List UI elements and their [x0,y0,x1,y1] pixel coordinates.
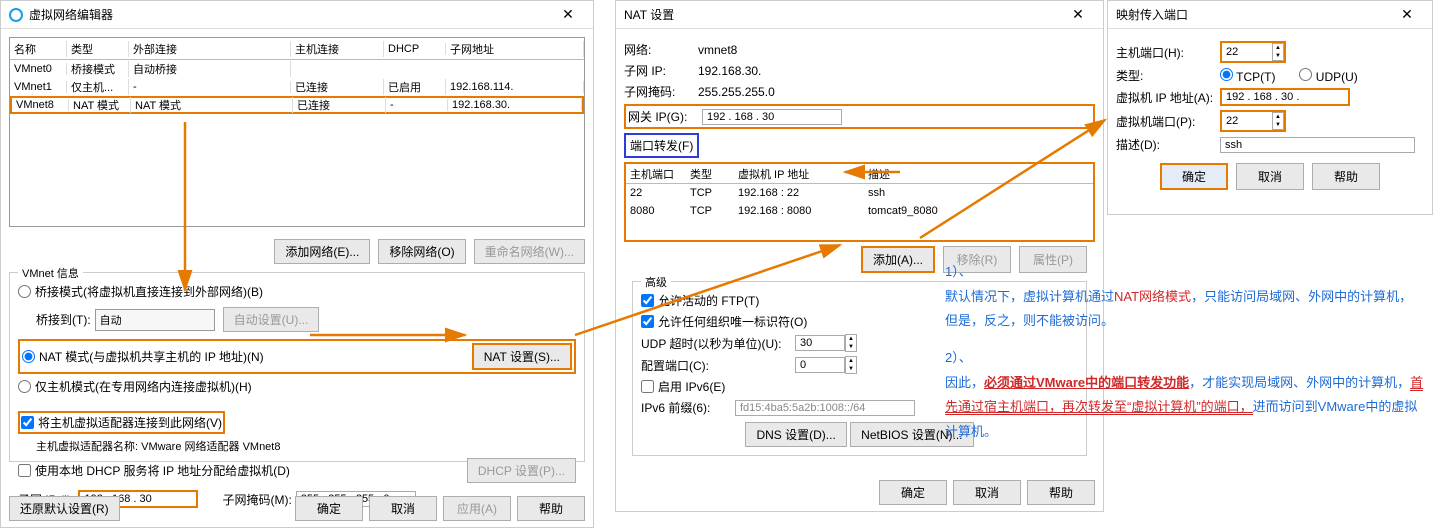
restore-defaults-button[interactable]: 还原默认设置(R) [9,496,120,521]
adapter-name-label: 主机虚拟适配器名称: VMware 网络适配器 VMnet8 [36,438,576,454]
cancel-button[interactable]: 取消 [953,480,1021,505]
dns-settings-button[interactable]: DNS 设置(D)... [745,422,846,447]
col-name: 名称 [10,41,67,57]
desc-label: 描述(D): [1116,136,1216,153]
titlebar: 虚拟网络编辑器 ✕ [1,1,593,29]
type-label: 类型: [1116,67,1216,84]
vm-port-input[interactable]: 22 [1222,114,1272,128]
table-row[interactable]: VMnet0桥接模式自动桥接 [10,60,584,78]
note-1-marker: 1）、 [945,260,1425,285]
rename-network-button[interactable]: 重命名网络(W)... [474,239,585,264]
ok-button[interactable]: 确定 [879,480,947,505]
network-label: 网络: [624,41,694,58]
col-dhcp: DHCP [384,43,446,55]
pf-row[interactable]: 22TCP192.168 : 22ssh [626,184,1093,202]
note-2-marker: 2）、 [945,346,1425,371]
help-button[interactable]: 帮助 [1312,163,1380,190]
col-type: 类型 [67,41,129,57]
window-title: 虚拟网络编辑器 [29,6,551,23]
ipv6-prefix-label: IPv6 前缀(6): [641,399,731,416]
close-icon[interactable]: ✕ [551,3,585,27]
vm-ip-input[interactable]: 192 . 168 . 30 . [1220,88,1350,106]
col-host: 主机连接 [291,41,384,57]
spinner-arrows[interactable]: ▲▼ [845,356,857,374]
bridge-to-label: 桥接到(T): [36,311,91,328]
help-button[interactable]: 帮助 [1027,480,1095,505]
cancel-button[interactable]: 取消 [369,496,437,521]
group-title: 高级 [641,274,671,290]
cfg-port-label: 配置端口(C): [641,357,791,374]
gateway-input[interactable]: 192 . 168 . 30 [702,109,842,125]
cfg-port-input[interactable]: 0 [795,357,845,373]
port-forward-table: 主机端口类型虚拟机 IP 地址描述 22TCP192.168 : 22ssh 8… [624,162,1095,242]
udp-label: UDP 超时(以秒为单位)(U): [641,335,791,352]
close-icon[interactable]: ✕ [1390,3,1424,27]
subnet-ip-label: 子网 IP: [624,62,694,79]
host-port-label: 主机端口(H): [1116,44,1216,61]
dhcp-settings-button[interactable]: DHCP 设置(P)... [467,458,576,483]
vmnet-info-group: VMnet 信息 桥接模式(将虚拟机直接连接到外部网络)(B) 桥接到(T): … [9,272,585,462]
network-value: vmnet8 [698,43,737,57]
group-title: VMnet 信息 [18,265,83,281]
add-network-button[interactable]: 添加网络(E)... [274,239,370,264]
map-incoming-port-dialog: 映射传入端口 ✕ 主机端口(H):22▲▼ 类型: TCP(T) UDP(U) … [1107,0,1433,215]
desc-input[interactable]: ssh [1220,137,1415,153]
note-1-text: 默认情况下，虚拟计算机通过NAT网络模式，只能访问局域网、外网中的计算机，但是，… [945,285,1425,334]
udp-input[interactable]: 30 [795,335,845,351]
ok-button[interactable]: 确定 [1160,163,1228,190]
window-title: 映射传入端口 [1116,6,1390,23]
port-forward-title: 端口转发(F) [624,133,699,158]
help-button[interactable]: 帮助 [517,496,585,521]
ipv6-prefix-input[interactable]: fd15:4ba5:5a2b:1008::/64 [735,400,915,416]
window-title: NAT 设置 [624,6,1061,23]
cancel-button[interactable]: 取消 [1236,163,1304,190]
auto-set-button[interactable]: 自动设置(U)... [223,307,320,332]
spinner-arrows[interactable]: ▲▼ [1272,112,1284,130]
nat-radio[interactable]: NAT 模式(与虚拟机共享主机的 IP 地址)(N) NAT 设置(S)... [18,339,576,374]
host-port-input[interactable]: 22 [1222,45,1272,59]
subnet-mask-value: 255.255.255.0 [698,85,775,99]
apply-button[interactable]: 应用(A) [443,496,511,521]
gateway-label: 网关 IP(G): [628,108,698,125]
vm-port-label: 虚拟机端口(P): [1116,113,1216,130]
table-row[interactable]: VMnet1仅主机...-已连接已启用192.168.114. [10,78,584,96]
pf-header: 主机端口类型虚拟机 IP 地址描述 [626,164,1093,184]
dhcp-check[interactable]: 使用本地 DHCP 服务将 IP 地址分配给虚拟机(D) DHCP 设置(P).… [18,458,576,483]
app-icon [9,8,23,22]
tcp-radio[interactable]: TCP(T) [1220,68,1275,84]
titlebar: NAT 设置 ✕ [616,1,1103,29]
ok-button[interactable]: 确定 [295,496,363,521]
connect-host-adapter-check[interactable]: 将主机虚拟适配器连接到此网络(V) [18,411,225,434]
bridge-select[interactable]: 自动 [95,309,215,331]
spinner-arrows[interactable]: ▲▼ [1272,43,1284,61]
pf-row[interactable]: 8080TCP192.168 : 8080tomcat9_8080 [626,202,1093,220]
col-ext: 外部连接 [129,41,291,57]
annotation-notes: 1）、 默认情况下，虚拟计算机通过NAT网络模式，只能访问局域网、外网中的计算机… [945,260,1425,445]
vmnet-table: 名称 类型 外部连接 主机连接 DHCP 子网地址 VMnet0桥接模式自动桥接… [9,37,585,227]
subnet-ip-value: 192.168.30. [698,64,761,78]
close-icon[interactable]: ✕ [1061,3,1095,27]
udp-radio[interactable]: UDP(U) [1299,68,1357,84]
table-header: 名称 类型 外部连接 主机连接 DHCP 子网地址 [10,38,584,60]
bridge-radio[interactable]: 桥接模式(将虚拟机直接连接到外部网络)(B) [18,283,576,300]
note-2-text: 因此，必须通过VMware中的端口转发功能，才能实现局域网、外网中的计算机，首先… [945,371,1425,445]
vm-ip-label: 虚拟机 IP 地址(A): [1116,89,1216,106]
virtual-network-editor: 虚拟网络编辑器 ✕ 名称 类型 外部连接 主机连接 DHCP 子网地址 VMne… [0,0,594,528]
col-sub: 子网地址 [446,41,584,57]
remove-network-button[interactable]: 移除网络(O) [378,239,465,264]
spinner-arrows[interactable]: ▲▼ [845,334,857,352]
table-row-vmnet8[interactable]: VMnet8NAT 模式NAT 模式已连接-192.168.30. [10,96,584,114]
titlebar: 映射传入端口 ✕ [1108,1,1432,29]
hostonly-radio[interactable]: 仅主机模式(在专用网络内连接虚拟机)(H) [18,378,576,395]
add-port-button[interactable]: 添加(A)... [861,246,935,273]
nat-settings-button[interactable]: NAT 设置(S)... [472,343,572,370]
subnet-mask-label: 子网掩码: [624,83,694,100]
